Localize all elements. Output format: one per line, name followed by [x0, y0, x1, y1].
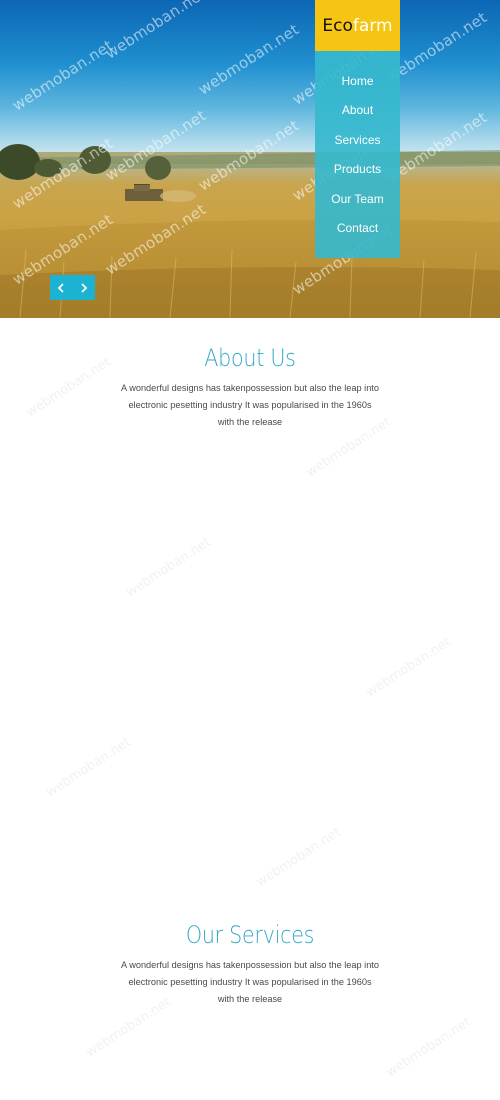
hero-slider: webmoban.net webmoban.net webmoban.net w… [0, 0, 500, 318]
slider-next-button[interactable] [73, 275, 96, 300]
nav-item-about[interactable]: About [315, 96, 400, 125]
watermark-text-light: webmoban.net [383, 1014, 474, 1081]
watermark-text-light: webmoban.net [123, 534, 214, 601]
hero-farm-image [0, 144, 500, 318]
brand-name-part2: farm [352, 15, 393, 36]
services-section: Our Services A wonderful designs has tak… [0, 921, 500, 1008]
watermark-text-light: webmoban.net [43, 734, 134, 801]
watermark-text-light: webmoban.net [363, 634, 454, 701]
main-nav: Home About Services Products Our Team Co… [315, 51, 400, 258]
services-title: Our Services [185, 921, 315, 949]
about-text: A wonderful designs has takenpossession … [121, 383, 379, 427]
services-text: A wonderful designs has takenpossession … [121, 960, 379, 1004]
slider-prev-button[interactable] [50, 275, 73, 300]
nav-item-contact[interactable]: Contact [315, 214, 400, 243]
nav-item-products[interactable]: Products [315, 155, 400, 184]
nav-item-our-team[interactable]: Our Team [315, 185, 400, 214]
brand-name-part1: Eco [322, 15, 353, 36]
chevron-right-icon [81, 282, 88, 293]
slider-controls [50, 275, 95, 300]
about-title: About Us [204, 344, 296, 372]
nav-item-services[interactable]: Services [315, 126, 400, 155]
nav-item-home[interactable]: Home [315, 67, 400, 96]
brand-logo[interactable]: Eco farm [315, 0, 400, 51]
watermark-text-light: webmoban.net [253, 824, 344, 891]
chevron-left-icon [57, 282, 64, 293]
about-section: About Us A wonderful designs has takenpo… [0, 344, 500, 431]
